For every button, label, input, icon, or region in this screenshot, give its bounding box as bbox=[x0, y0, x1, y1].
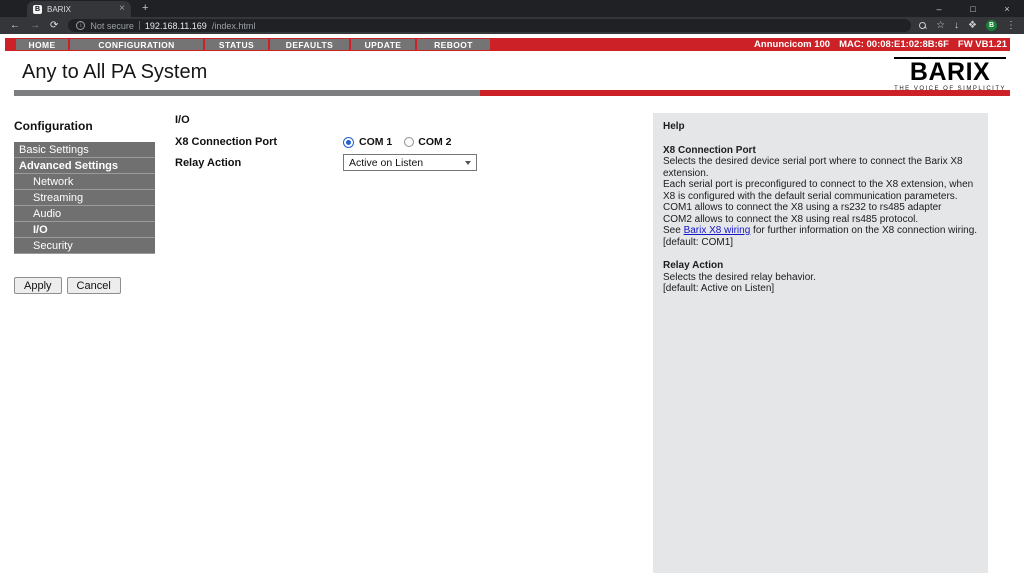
window-controls: – □ × bbox=[922, 0, 1024, 17]
security-label: Not secure bbox=[90, 21, 134, 31]
sidebar-item-advanced-settings[interactable]: Advanced Settings bbox=[14, 158, 155, 174]
help-x8-p2: Each serial port is preconfigured to con… bbox=[663, 179, 978, 202]
sidebar-item-io[interactable]: I/O bbox=[14, 222, 155, 238]
new-tab-icon[interactable]: + bbox=[142, 2, 148, 14]
see-prefix: See bbox=[663, 225, 684, 236]
forward-icon[interactable]: → bbox=[30, 21, 40, 31]
close-window-icon[interactable]: × bbox=[990, 0, 1024, 17]
sidebar-menu: Basic Settings Advanced Settings Network… bbox=[14, 142, 155, 254]
refresh-icon[interactable]: ⟳ bbox=[50, 21, 58, 31]
favicon: B bbox=[33, 5, 42, 14]
back-icon[interactable]: ← bbox=[10, 21, 20, 31]
nav-home-button[interactable]: HOME bbox=[16, 39, 68, 50]
relay-action-value: Active on Listen bbox=[349, 157, 423, 169]
profile-avatar[interactable]: B bbox=[986, 20, 997, 31]
maximize-icon[interactable]: □ bbox=[956, 0, 990, 17]
logo-wordmark: BARIX bbox=[894, 57, 1006, 85]
browser-tabstrip: B BARIX × + – □ × bbox=[0, 0, 1024, 17]
device-info: Annuncicom 100 MAC: 00:08:E1:02:8B:6F FW… bbox=[754, 39, 1010, 50]
barix-logo: BARIX THE VOICE OF SIMPLICITY bbox=[894, 57, 1006, 92]
sidebar-item-streaming[interactable]: Streaming bbox=[14, 190, 155, 206]
section-title: I/O bbox=[175, 114, 190, 126]
nav-reboot-button[interactable]: REBOOT bbox=[417, 39, 490, 50]
see-suffix: for further information on the X8 connec… bbox=[750, 225, 977, 236]
help-x8-p1: Selects the desired device serial port w… bbox=[663, 156, 978, 179]
help-relay-default: [default: Active on Listen] bbox=[663, 283, 978, 295]
help-x8-see-line: See Barix X8 wiring for further informat… bbox=[663, 225, 978, 237]
nav-defaults-button[interactable]: DEFAULTS bbox=[270, 39, 349, 50]
minimize-icon[interactable]: – bbox=[922, 0, 956, 17]
nav-status-button[interactable]: STATUS bbox=[205, 39, 268, 50]
device-name: Annuncicom 100 bbox=[754, 39, 830, 50]
help-x8-p3: COM1 allows to connect the X8 using a rs… bbox=[663, 202, 978, 214]
barix-x8-wiring-link[interactable]: Barix X8 wiring bbox=[684, 225, 751, 236]
nav-configuration-button[interactable]: CONFIGURATION bbox=[70, 39, 203, 50]
divider-red bbox=[480, 90, 1010, 96]
browser-tab[interactable]: B BARIX × bbox=[27, 1, 131, 17]
x8-radio-group: COM 1 COM 2 bbox=[343, 136, 454, 148]
help-relay-p1: Selects the desired relay behavior. bbox=[663, 272, 978, 284]
sidebar-item-basic-settings[interactable]: Basic Settings bbox=[14, 142, 155, 158]
tab-title: BARIX bbox=[47, 5, 71, 14]
browser-toolbar: ← → ⟳ i Not secure 192.168.11.169/index.… bbox=[0, 17, 1024, 34]
address-bar[interactable]: i Not secure 192.168.11.169/index.html bbox=[68, 19, 911, 32]
help-x8-default: [default: COM1] bbox=[663, 237, 978, 249]
apply-button[interactable]: Apply bbox=[14, 277, 62, 294]
relay-action-label: Relay Action bbox=[175, 157, 241, 169]
device-nav-bar: HOME CONFIGURATION STATUS DEFAULTS UPDAT… bbox=[5, 38, 1010, 51]
sidebar-heading: Configuration bbox=[14, 119, 93, 133]
chevron-down-icon bbox=[465, 161, 471, 165]
sidebar-item-audio[interactable]: Audio bbox=[14, 206, 155, 222]
help-x8-p4: COM2 allows to connect the X8 using real… bbox=[663, 214, 978, 226]
form-actions: Apply Cancel bbox=[14, 277, 121, 294]
browser-menu-icon[interactable]: ⋮ bbox=[1006, 21, 1016, 31]
screen: B BARIX × + – □ × ← → ⟳ i Not secure 192… bbox=[0, 0, 1024, 576]
device-firmware: FW VB1.21 bbox=[958, 39, 1007, 50]
com1-label[interactable]: COM 1 bbox=[359, 136, 392, 148]
info-icon[interactable]: i bbox=[76, 21, 85, 30]
bookmark-star-icon[interactable]: ☆ bbox=[936, 21, 945, 31]
url-host: 192.168.11.169 bbox=[145, 21, 207, 31]
device-mac: MAC: 00:08:E1:02:8B:6F bbox=[839, 39, 949, 50]
page-title: Any to All PA System bbox=[22, 61, 207, 84]
relay-action-select[interactable]: Active on Listen bbox=[343, 154, 477, 171]
divider-gray bbox=[14, 90, 480, 96]
help-panel: Help X8 Connection Port Selects the desi… bbox=[653, 113, 988, 573]
sidebar-item-security[interactable]: Security bbox=[14, 238, 155, 254]
help-x8-title: X8 Connection Port bbox=[663, 145, 978, 157]
help-heading: Help bbox=[663, 121, 978, 133]
nav-update-button[interactable]: UPDATE bbox=[351, 39, 415, 50]
zoom-icon[interactable] bbox=[919, 22, 927, 30]
url-path: /index.html bbox=[212, 21, 256, 31]
com2-radio[interactable] bbox=[404, 137, 414, 147]
com1-radio[interactable] bbox=[344, 138, 353, 147]
cancel-button[interactable]: Cancel bbox=[67, 277, 121, 294]
extensions-icon[interactable]: ❖ bbox=[968, 21, 977, 31]
x8-connection-port-label: X8 Connection Port bbox=[175, 136, 277, 148]
toolbar-icons: ☆ ↓ ❖ B ⋮ bbox=[919, 20, 1016, 31]
tab-close-icon[interactable]: × bbox=[119, 4, 125, 14]
help-relay-title: Relay Action bbox=[663, 260, 978, 272]
com2-label[interactable]: COM 2 bbox=[418, 136, 451, 148]
download-icon[interactable]: ↓ bbox=[954, 21, 959, 31]
sidebar-item-network[interactable]: Network bbox=[14, 174, 155, 190]
url-divider bbox=[139, 21, 140, 30]
